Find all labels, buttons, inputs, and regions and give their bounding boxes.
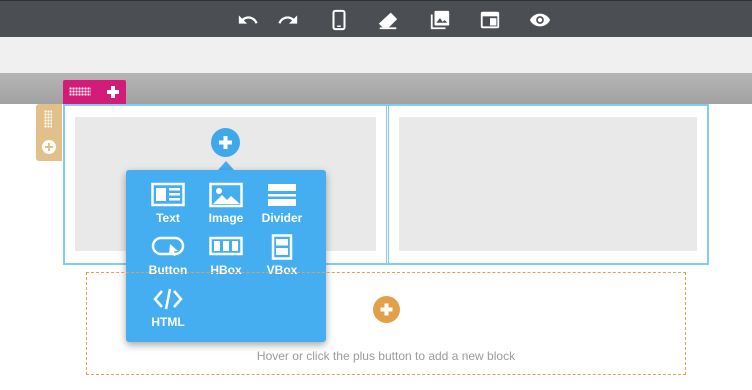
block-option-text[interactable]: Text (140, 182, 196, 228)
divider-block-icon (268, 184, 296, 206)
add-content-button[interactable] (211, 128, 240, 157)
vbox-block-icon (271, 234, 293, 260)
layout-button[interactable] (477, 7, 503, 33)
plus-icon (219, 136, 232, 149)
layout-window-icon (480, 11, 500, 29)
mobile-view-button[interactable] (326, 7, 352, 33)
button-block-icon (151, 236, 185, 257)
plus-icon (380, 303, 393, 316)
redo-button[interactable] (275, 7, 301, 33)
row-drag-grip[interactable] (69, 87, 91, 96)
block-option-image[interactable]: Image (198, 182, 254, 228)
block-option-label: Divider (261, 211, 303, 225)
image-library-icon (430, 10, 450, 30)
preview-button[interactable] (527, 7, 553, 33)
mobile-view-icon (332, 9, 346, 31)
row-handle[interactable] (63, 80, 126, 104)
sub-toolbar-bar (0, 37, 752, 73)
block-option-label: Text (156, 211, 180, 225)
add-row-icon[interactable] (104, 83, 122, 101)
image-library-button[interactable] (427, 7, 453, 33)
popup-arrow (218, 161, 234, 170)
eraser-button[interactable] (375, 7, 401, 33)
block-drag-grip[interactable] (44, 110, 52, 128)
block-option-label: Image (208, 211, 244, 225)
undo-icon (238, 15, 258, 24)
undo-button[interactable] (235, 7, 261, 33)
new-block-drop-zone[interactable]: Hover or click the plus button to add a … (86, 272, 686, 375)
block-option-divider[interactable]: Divider (254, 182, 310, 228)
block-side-handle[interactable] (36, 104, 62, 161)
column-right-placeholder[interactable] (399, 117, 697, 251)
column-right[interactable] (388, 106, 707, 263)
add-block-hint: Hover or click the plus button to add a … (256, 349, 516, 363)
add-block-button[interactable] (373, 296, 400, 323)
redo-icon (278, 15, 298, 24)
text-block-icon (151, 182, 185, 207)
eraser-icon (378, 12, 398, 30)
image-block-icon (209, 182, 243, 208)
preview-eye-icon (529, 13, 551, 27)
add-block-side-icon[interactable] (42, 140, 56, 154)
editor-toolbar (0, 0, 752, 37)
hbox-block-icon (209, 236, 243, 256)
